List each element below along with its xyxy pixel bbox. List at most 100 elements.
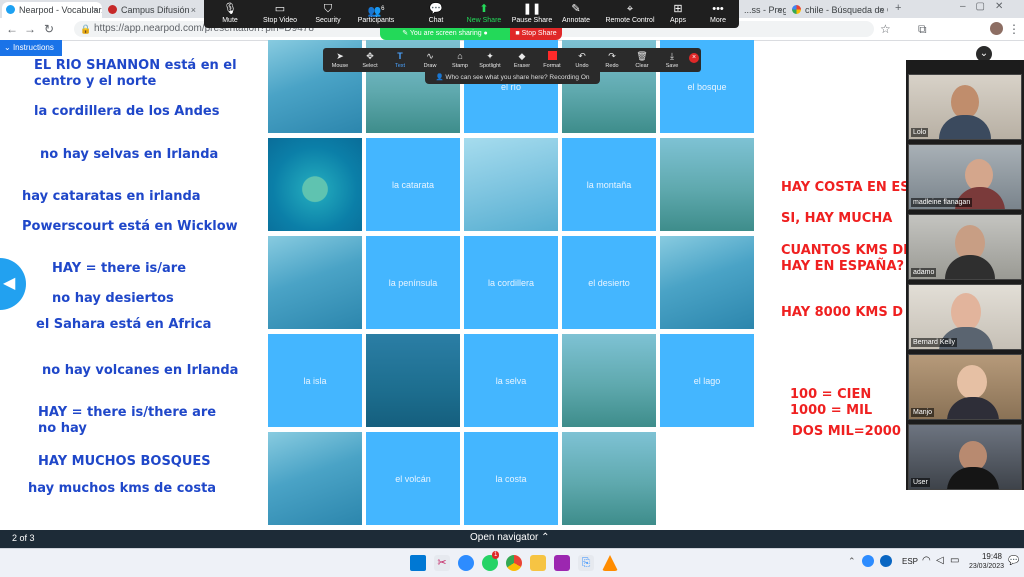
close-icon[interactable]: × [879, 2, 884, 18]
card-image-andes[interactable] [268, 432, 362, 525]
card-el-desierto[interactable]: el desierto [562, 236, 656, 329]
zoom-tray-icon[interactable] [862, 555, 874, 567]
participant-body [947, 397, 999, 419]
tab-nearpod[interactable]: Nearpod - Vocabular... × [2, 2, 102, 18]
app-icon[interactable] [554, 555, 570, 571]
tool-text[interactable]: T Text [385, 51, 415, 71]
close-icon[interactable]: × [93, 2, 98, 18]
language-indicator[interactable]: ESP [902, 557, 918, 566]
card-la-selva[interactable]: la selva [464, 334, 558, 427]
remote-control-button[interactable]: ⌖ Remote Control [600, 2, 660, 28]
participants-icon: 👥6 [367, 5, 385, 18]
card-el-volcan[interactable]: el volcán [366, 432, 460, 525]
recording-notice[interactable]: 👤 Who can see what you share here? Recor… [425, 72, 600, 84]
tool-redo[interactable]: ↷ Redo [597, 51, 627, 71]
tool-mouse[interactable]: ➤ Mouse [325, 51, 355, 71]
participant-body [939, 115, 991, 139]
windows-start-icon[interactable] [410, 555, 426, 571]
back-icon[interactable]: ← [6, 21, 18, 37]
previous-slide-arrow-icon[interactable]: ◀ [0, 258, 26, 310]
chrome-icon[interactable] [506, 555, 522, 571]
participants-count: 6 [381, 6, 385, 12]
new-share-button[interactable]: ⬆ New Share [458, 2, 510, 28]
annotation-toolbar: ➤ Mouse ✥ Select T Text ∿ Draw ⌂ Stamp ✦ Spotl… [323, 48, 701, 72]
bookmark-star-icon[interactable]: ☆ [880, 21, 891, 37]
tool-draw[interactable]: ∿ Draw [415, 51, 445, 71]
card-image-mountain[interactable] [660, 236, 754, 329]
zoom-app-icon[interactable] [458, 555, 474, 571]
card-image-lake[interactable] [660, 138, 754, 231]
tool-select[interactable]: ✥ Select [355, 51, 385, 71]
close-icon[interactable]: × [191, 2, 196, 18]
card-la-peninsula[interactable]: la península [366, 236, 460, 329]
note-right: CUANTOS KMS DE [781, 243, 913, 258]
tab-preguntas[interactable]: ...ss - Pregu× [740, 2, 786, 18]
card-image-valley[interactable] [562, 432, 656, 525]
participant-tile[interactable]: Lolo [908, 74, 1022, 140]
tab-google-search[interactable]: chile - Búsqueda de G × [788, 2, 888, 18]
tool-eraser[interactable]: ◆ Eraser [507, 51, 537, 71]
battery-icon[interactable]: ▭ [950, 555, 959, 566]
tool-spotlight[interactable]: ✦ Spotlight [475, 51, 505, 71]
vlc-icon[interactable] [602, 555, 618, 571]
participant-tile[interactable]: User [908, 424, 1022, 490]
participant-body [947, 467, 999, 489]
card-la-isla[interactable]: la isla [268, 334, 362, 427]
participants-button[interactable]: 👥6 Participants [350, 2, 402, 28]
close-annotation-icon[interactable]: × [689, 53, 699, 63]
tool-clear[interactable]: 🗑 Clear [627, 51, 657, 71]
card-el-lago[interactable]: el lago [660, 334, 754, 427]
participant-tile[interactable]: adamo [908, 214, 1022, 280]
tool-format[interactable]: Format [537, 51, 567, 71]
chat-button[interactable]: 💬 Chat [410, 2, 462, 28]
note-left: centro y el norte [34, 74, 157, 89]
stop-share-button[interactable]: ■ Stop Share [510, 28, 562, 40]
open-navigator-button[interactable]: Open navigator ⌃ [470, 532, 550, 543]
reload-icon[interactable]: ↻ [44, 21, 54, 37]
mute-button[interactable]: 🎙 Mute [204, 2, 256, 28]
profile-avatar[interactable] [990, 22, 1003, 35]
security-button[interactable]: ⛉ Security [302, 2, 354, 28]
card-la-cordillera[interactable]: la cordillera [464, 236, 558, 329]
zoom-outline-icon[interactable]: ⎘ [578, 555, 594, 571]
participant-tile[interactable]: Manjo [908, 354, 1022, 420]
participant-tile[interactable]: Bernard Kelly [908, 284, 1022, 350]
notifications-icon[interactable]: 💬 [1008, 555, 1019, 566]
menu-dots-icon[interactable]: ⋮ [1008, 21, 1020, 37]
card-image-coast[interactable] [366, 334, 460, 427]
card-image-peninsula[interactable] [268, 236, 362, 329]
card-la-catarata[interactable]: la catarata [366, 138, 460, 231]
note-left: no hay volcanes en Irlanda [42, 363, 239, 378]
note-right: HAY EN ESPAÑA? [781, 259, 905, 274]
instructions-button[interactable]: ⌄ Instructions [0, 40, 62, 56]
card-image-waterfall[interactable] [562, 334, 656, 427]
tool-save[interactable]: ⤓ Save [657, 51, 687, 71]
window-controls-icon[interactable]: –▢✕ [960, 1, 1013, 12]
participant-tile[interactable]: madleine flanagan [908, 144, 1022, 210]
tool-undo[interactable]: ↶ Undo [567, 51, 597, 71]
close-icon[interactable]: × [777, 2, 782, 18]
annotate-button[interactable]: ✎ Annotate [550, 2, 602, 28]
squiggle-icon: ∿ [426, 51, 434, 61]
wifi-icon[interactable]: ◠ [922, 555, 931, 566]
file-explorer-icon[interactable] [530, 555, 546, 571]
tool-stamp[interactable]: ⌂ Stamp [445, 51, 475, 71]
snipping-tool-icon[interactable]: ✂ [434, 555, 450, 571]
volume-icon[interactable]: ◁ [936, 555, 944, 566]
stop-video-button[interactable]: ▭ Stop Video [254, 2, 306, 28]
card-image-desert[interactable] [464, 138, 558, 231]
extensions-icon[interactable]: ⧉ [918, 21, 927, 37]
clock-time[interactable]: 19:48 [968, 552, 1002, 561]
forward-icon[interactable]: → [24, 21, 36, 37]
whatsapp-icon[interactable]: 1 [482, 551, 500, 571]
card-la-costa[interactable]: la costa [464, 432, 558, 525]
tray-app-icon[interactable] [880, 555, 892, 567]
tab-campus-difusion[interactable]: Campus Difusión × [104, 2, 200, 18]
card-la-montana[interactable]: la montaña [562, 138, 656, 231]
new-tab-icon[interactable]: + [895, 2, 901, 14]
card-image-island[interactable] [268, 138, 362, 231]
video-icon: ▭ [274, 3, 286, 15]
participant-name: Lolo [911, 128, 929, 137]
more-button[interactable]: ••• More [692, 2, 744, 28]
tray-chevron-icon[interactable]: ⌃ [848, 556, 856, 567]
